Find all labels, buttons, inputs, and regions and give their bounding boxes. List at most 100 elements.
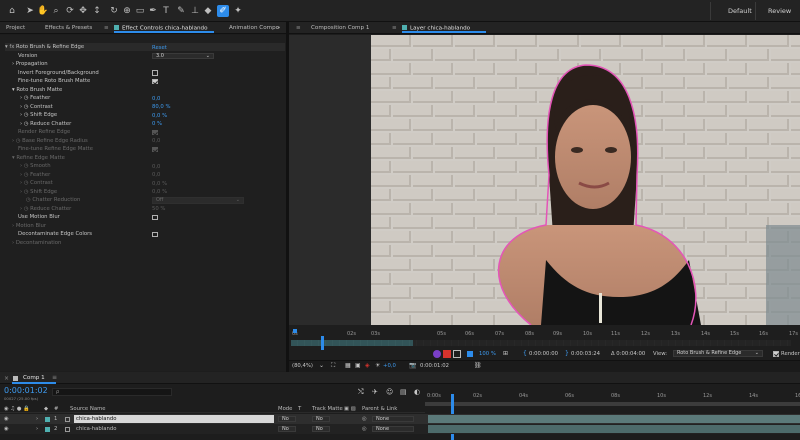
label-color-icon[interactable]	[45, 416, 50, 422]
time-in[interactable]: 0:00:00:00	[529, 351, 558, 357]
viewer-zoom-value[interactable]: 100 %	[479, 351, 496, 357]
layer-name[interactable]: chica-hablando	[76, 426, 116, 432]
selection-icon[interactable]: ➤	[24, 5, 36, 17]
pickwhip-icon[interactable]: ◎	[362, 426, 367, 432]
work-area-bar[interactable]	[425, 402, 800, 406]
stopwatch-icon[interactable]: ◷	[16, 138, 21, 144]
stopwatch-icon[interactable]: ◷	[24, 104, 29, 110]
tab-project[interactable]: Project	[6, 25, 25, 31]
roto-brush-icon[interactable]: ✐	[217, 5, 229, 17]
fine-tune-checkbox[interactable]	[152, 78, 158, 84]
comp-flowchart-icon[interactable]: ⤭	[358, 388, 364, 397]
eye-icon[interactable]: ◉	[4, 426, 9, 432]
type-icon[interactable]: T	[160, 5, 172, 17]
stopwatch-icon[interactable]: ◷	[24, 180, 29, 186]
show-channel-icon[interactable]: ◈	[365, 362, 370, 369]
motion-blur-group[interactable]: › Motion Blur	[12, 222, 46, 230]
stopwatch-icon[interactable]: ◷	[26, 197, 31, 203]
composition-menu-icon[interactable]: ≡	[296, 25, 301, 31]
snapshot-icon[interactable]: 📷	[409, 362, 416, 369]
region-icon[interactable]: ⊞	[503, 350, 508, 357]
roto-matte-group[interactable]: ▾ Roto Brush Matte	[12, 86, 62, 94]
dolly-icon[interactable]: ↕	[91, 5, 103, 17]
stopwatch-icon[interactable]: ◷	[24, 189, 29, 195]
anchor-icon[interactable]: ⊕	[121, 5, 133, 17]
invert-fg-checkbox[interactable]	[152, 70, 158, 76]
set-in-icon[interactable]: {	[523, 350, 527, 357]
layer-mode-dropdown[interactable]: No	[278, 425, 296, 432]
render-checkbox[interactable]	[773, 351, 779, 357]
stopwatch-icon[interactable]: ◷	[24, 121, 29, 127]
col-mode[interactable]: Mode	[278, 406, 292, 412]
effect-header[interactable]: ▾ fx Roto Brush & Refine Edge	[5, 43, 285, 52]
layer-trkmat-dropdown[interactable]: No	[312, 425, 330, 432]
viewer-ruler-start-marker[interactable]	[293, 329, 297, 333]
layer-mode-dropdown[interactable]: No	[278, 415, 296, 422]
pickwhip-icon[interactable]: ◎	[362, 416, 367, 422]
hand-icon[interactable]: ✋	[37, 5, 49, 17]
stopwatch-icon[interactable]: ◷	[24, 163, 29, 169]
tab-menu-icon[interactable]: ≡	[104, 25, 109, 31]
stopwatch-icon[interactable]: ◷	[24, 112, 29, 118]
reduce-chatter-value[interactable]: 0 %	[152, 121, 162, 127]
viewer-time-ruler[interactable]: 0s 02s 03s 05s 06s 07s 08s 09s 10s 11s 12s 13s 14s 15…	[289, 331, 800, 339]
tab-effects-presets[interactable]: Effects & Presets	[45, 25, 92, 31]
brush-icon[interactable]: ✎	[175, 5, 187, 17]
exposure-icon[interactable]: ☀	[375, 362, 380, 369]
layer-duration-bar[interactable]	[428, 425, 800, 433]
decontamination-group[interactable]: › Decontamination	[12, 239, 61, 247]
layer-name[interactable]: chica-hablando	[74, 415, 274, 423]
time-out[interactable]: 0:00:03:24	[571, 351, 600, 357]
view-dropdown[interactable]: Roto Brush & Refine Edge ⌄	[673, 350, 763, 357]
base-radius-value[interactable]: 0,0	[152, 138, 160, 144]
col-source-name[interactable]: Source Name	[70, 406, 106, 412]
version-dropdown[interactable]: 3.0 ⌄	[152, 52, 214, 59]
smooth-value[interactable]: 0,0	[152, 164, 160, 170]
tab-overflow-icon[interactable]: »	[277, 25, 280, 31]
workspace-review[interactable]: Review	[768, 7, 791, 15]
shift-edge-value[interactable]: 0,0 %	[152, 113, 167, 119]
draft-3d-icon[interactable]: ✈	[372, 388, 378, 396]
reset-button[interactable]: Reset	[152, 45, 167, 51]
col-parent-link[interactable]: Parent & Link	[362, 406, 397, 412]
chevron-down-icon[interactable]: ⌄	[319, 362, 324, 369]
refine-matte-group[interactable]: ▾ Refine Edge Matte	[12, 154, 65, 162]
tab-comp-1[interactable]: Comp 1	[23, 375, 45, 381]
label-color-icon[interactable]	[45, 426, 50, 432]
fit-icon[interactable]: ⛶	[331, 362, 335, 370]
link-icon[interactable]: ⛓	[474, 362, 482, 369]
layer-parent-dropdown[interactable]: None	[372, 425, 414, 432]
viewer-playhead[interactable]	[321, 336, 324, 350]
refine-feather-value[interactable]: 0,0	[152, 172, 160, 178]
magnification-value[interactable]: (80,4%)	[292, 363, 313, 369]
layer-duration-bar[interactable]	[428, 415, 800, 423]
set-out-icon[interactable]: }	[565, 350, 569, 357]
alpha-boundary-icon[interactable]	[453, 350, 461, 358]
frame-blend-icon[interactable]: ▤	[400, 388, 407, 396]
rectangle-icon[interactable]: ▭	[134, 5, 146, 17]
eye-icon[interactable]: ◉	[4, 416, 9, 422]
current-time[interactable]: 0:00:01:02	[420, 363, 449, 369]
expand-chevron-icon[interactable]: ›	[36, 426, 38, 432]
mask-visibility-icon[interactable]: ▣	[355, 362, 361, 369]
puppet-icon[interactable]: ✦	[232, 5, 244, 17]
expand-chevron-icon[interactable]: ›	[36, 416, 38, 422]
contrast-value[interactable]: 80,0 %	[152, 104, 171, 110]
zoom-icon[interactable]: ⌕	[50, 5, 62, 17]
col-track-matte[interactable]: Track Matte	[312, 406, 343, 412]
video-frame[interactable]	[371, 35, 800, 325]
propagation-group[interactable]: › Propagation	[12, 60, 48, 68]
stopwatch-icon[interactable]: ◷	[24, 172, 29, 178]
refine-contrast-value[interactable]: 0,0 %	[152, 181, 167, 187]
layer-row[interactable]: ◉ › 1 chica-hablando No No ◎ None	[0, 414, 800, 424]
close-icon[interactable]: ×	[4, 375, 9, 382]
timeline-search-input[interactable]: ρ	[52, 388, 172, 396]
pan-behind-icon[interactable]: ✥	[77, 5, 89, 17]
render-refine-checkbox[interactable]	[152, 129, 158, 135]
exposure-value[interactable]: +0,0	[383, 363, 396, 369]
stopwatch-icon[interactable]: ◷	[24, 206, 29, 212]
shy-icon[interactable]: ☺	[386, 388, 393, 396]
menu-icon[interactable]: ≡	[52, 374, 57, 381]
clone-stamp-icon[interactable]: ⊥	[189, 5, 201, 17]
orbit-icon[interactable]: ⟳	[64, 5, 76, 17]
